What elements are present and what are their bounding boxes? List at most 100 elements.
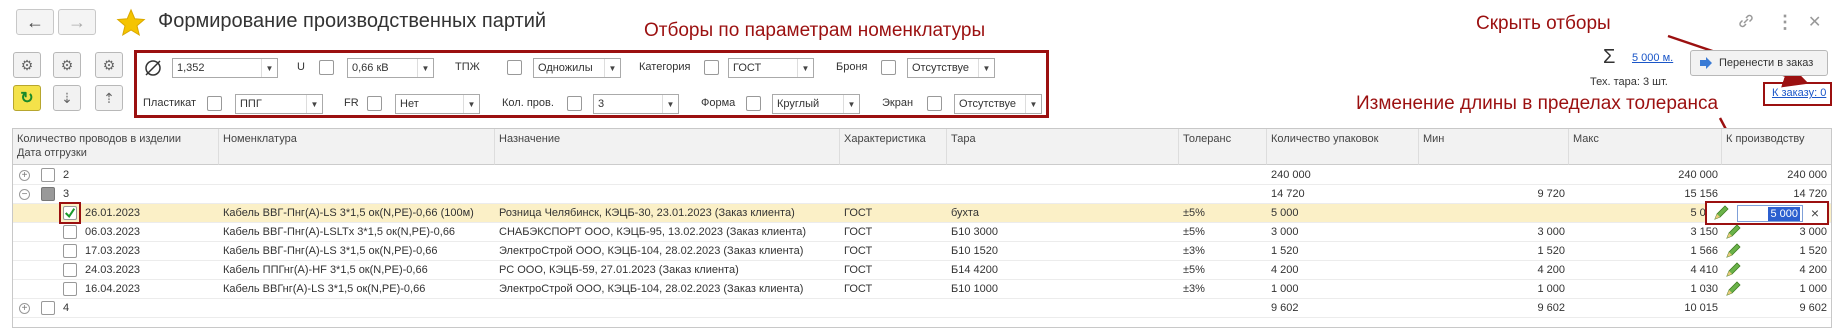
- armor-label: Броня: [836, 61, 868, 73]
- cell-purpose: РС ООО, КЭЦБ-59, 27.01.2023 (Заказ клиен…: [499, 264, 739, 276]
- tpzh-select[interactable]: Одножилы ▼: [533, 58, 621, 78]
- row-checkbox[interactable]: [63, 282, 77, 296]
- pencil-icon[interactable]: [1725, 243, 1743, 259]
- table-row[interactable]: 06.03.2023 Кабель ВВГ-Пнг(А)-LSLTx 3*1,5…: [13, 223, 1831, 242]
- favorite-star-icon[interactable]: [116, 8, 146, 38]
- cell-prod[interactable]: 3 000: [1745, 223, 1831, 242]
- cell-characteristic: ГОСТ: [844, 226, 873, 238]
- shape-checkbox[interactable]: [746, 96, 761, 111]
- settings-button-2[interactable]: ⚙: [53, 52, 81, 78]
- refresh-button[interactable]: ↻: [13, 85, 41, 111]
- col-header-max[interactable]: Макс: [1569, 129, 1722, 165]
- sort-desc-button[interactable]: ⇣: [53, 85, 81, 111]
- settings-button-1[interactable]: ⚙: [13, 52, 41, 78]
- row-checkbox-checked[interactable]: [63, 206, 77, 220]
- fr-checkbox[interactable]: [367, 96, 382, 111]
- col-header-purpose[interactable]: Назначение: [495, 129, 840, 165]
- to-production-input[interactable]: 5 000: [1737, 205, 1803, 222]
- table-row[interactable]: 24.03.2023 Кабель ППГнг(А)-HF 3*1,5 ок(N…: [13, 261, 1831, 280]
- cell-max: 1 566: [1690, 245, 1718, 257]
- total-length-link[interactable]: 5 000 м.: [1632, 52, 1673, 64]
- cell-prod[interactable]: 4 200: [1745, 261, 1831, 280]
- table-row[interactable]: 16.04.2023 Кабель ВВГнг(А)-LS 3*1,5 ок(N…: [13, 280, 1831, 299]
- group-label: 4: [63, 302, 70, 314]
- to-order-link[interactable]: К заказу: 0: [1772, 87, 1826, 99]
- cell-date: 26.01.2023: [85, 207, 141, 219]
- group-prod: 240 000: [1787, 169, 1827, 181]
- u-checkbox[interactable]: [319, 60, 334, 75]
- category-checkbox[interactable]: [704, 60, 719, 75]
- chevron-down-icon: ▼: [797, 59, 813, 77]
- forward-button[interactable]: →: [58, 9, 96, 35]
- plasticate-select[interactable]: ППГ ▼: [235, 94, 323, 114]
- expand-icon[interactable]: +: [19, 303, 30, 314]
- clear-icon[interactable]: ×: [1805, 204, 1825, 223]
- cell-date: 17.03.2023: [85, 245, 141, 257]
- tech-tara-text: Тех. тара: 3 шт.: [1590, 76, 1668, 88]
- pencil-icon[interactable]: [1713, 205, 1731, 221]
- sort-asc-button[interactable]: ⇡: [95, 85, 123, 111]
- group-label: 2: [63, 169, 70, 181]
- plasticate-label: Пластикат: [143, 97, 197, 109]
- col-header-pack-count[interactable]: Количество упаковок: [1267, 129, 1419, 165]
- group-qty: 14 720: [1271, 188, 1305, 200]
- u-select[interactable]: 0,66 кВ ▼: [347, 58, 434, 78]
- col-header-min[interactable]: Мин: [1419, 129, 1569, 165]
- screen-select[interactable]: Отсутствуе ▼: [954, 94, 1042, 114]
- plasticate-checkbox[interactable]: [207, 96, 222, 111]
- armor-checkbox[interactable]: [881, 60, 896, 75]
- group-row[interactable]: + 2 240 000 240 000 240 000: [13, 166, 1831, 185]
- group-checkbox[interactable]: [41, 168, 55, 182]
- wires-select[interactable]: 3 ▼: [593, 94, 679, 114]
- armor-select[interactable]: Отсутствуе ▼: [907, 58, 995, 78]
- close-icon[interactable]: ✕: [1808, 12, 1821, 32]
- row-checkbox[interactable]: [63, 263, 77, 277]
- col-header-nomenclature[interactable]: Номенклатура: [219, 129, 495, 165]
- tpzh-checkbox[interactable]: [507, 60, 522, 75]
- cell-max: 4 410: [1690, 264, 1718, 276]
- expand-icon[interactable]: +: [19, 170, 30, 181]
- gear-list-icon: ⚙: [60, 56, 74, 73]
- pencil-icon[interactable]: [1725, 281, 1743, 297]
- page-title: Формирование производственных партий: [158, 10, 547, 32]
- col-header-tolerance[interactable]: Толеранс: [1179, 129, 1267, 165]
- link-icon[interactable]: [1737, 12, 1755, 35]
- chevron-down-icon: ▼: [843, 95, 859, 113]
- col-header-tara[interactable]: Тара: [947, 129, 1179, 165]
- wires-checkbox[interactable]: [567, 96, 582, 111]
- row-checkbox[interactable]: [63, 225, 77, 239]
- back-button[interactable]: ←: [16, 9, 54, 35]
- group-row[interactable]: + 4 9 602 9 602 10 015 9 602: [13, 299, 1831, 318]
- chevron-down-icon: ▼: [261, 59, 277, 77]
- cell-prod[interactable]: 1 000: [1745, 280, 1831, 299]
- screen-checkbox[interactable]: [927, 96, 942, 111]
- section-select[interactable]: 1,352 ▼: [172, 58, 278, 78]
- transfer-to-order-button[interactable]: Перенести в заказ: [1690, 50, 1828, 76]
- collapse-icon[interactable]: −: [19, 189, 30, 200]
- shape-select[interactable]: Круглый ▼: [772, 94, 860, 114]
- group-checkbox[interactable]: [41, 301, 55, 315]
- pencil-icon[interactable]: [1725, 262, 1743, 278]
- cell-characteristic: ГОСТ: [844, 264, 873, 276]
- annotation-filters: Отборы по параметрам номенклатуры: [644, 20, 986, 41]
- settings-button-3[interactable]: ⚙: [95, 52, 123, 78]
- pencil-icon[interactable]: [1725, 224, 1743, 240]
- col-header-characteristic[interactable]: Характеристика: [840, 129, 947, 165]
- group-row[interactable]: − 3 14 720 9 720 15 156 14 720: [13, 185, 1831, 204]
- col-header-wires[interactable]: Количество проводов в изделии Дата отгруз…: [13, 129, 219, 165]
- more-icon[interactable]: ⋮: [1776, 12, 1794, 33]
- table-row-selected[interactable]: 26.01.2023 Кабель ВВГ-Пнг(А)-LS 3*1,5 ок…: [13, 201, 1831, 225]
- col-header-to-production[interactable]: К производству: [1722, 129, 1831, 165]
- cell-tolerance: ±3%: [1183, 245, 1205, 257]
- group-max: 15 156: [1684, 188, 1718, 200]
- cell-max: 3 150: [1690, 226, 1718, 238]
- group-checkbox-partial[interactable]: [41, 187, 55, 201]
- row-checkbox[interactable]: [63, 244, 77, 258]
- cell-prod[interactable]: 1 520: [1745, 242, 1831, 261]
- fr-select[interactable]: Нет ▼: [395, 94, 480, 114]
- category-select[interactable]: ГОСТ ▼: [728, 58, 814, 78]
- category-label: Категория: [639, 61, 691, 73]
- cell-characteristic: ГОСТ: [844, 245, 873, 257]
- table-row[interactable]: 17.03.2023 Кабель ВВГ-Пнг(А)-LS 3*1,5 ок…: [13, 242, 1831, 261]
- gear-cog-icon: ⚙: [102, 56, 116, 73]
